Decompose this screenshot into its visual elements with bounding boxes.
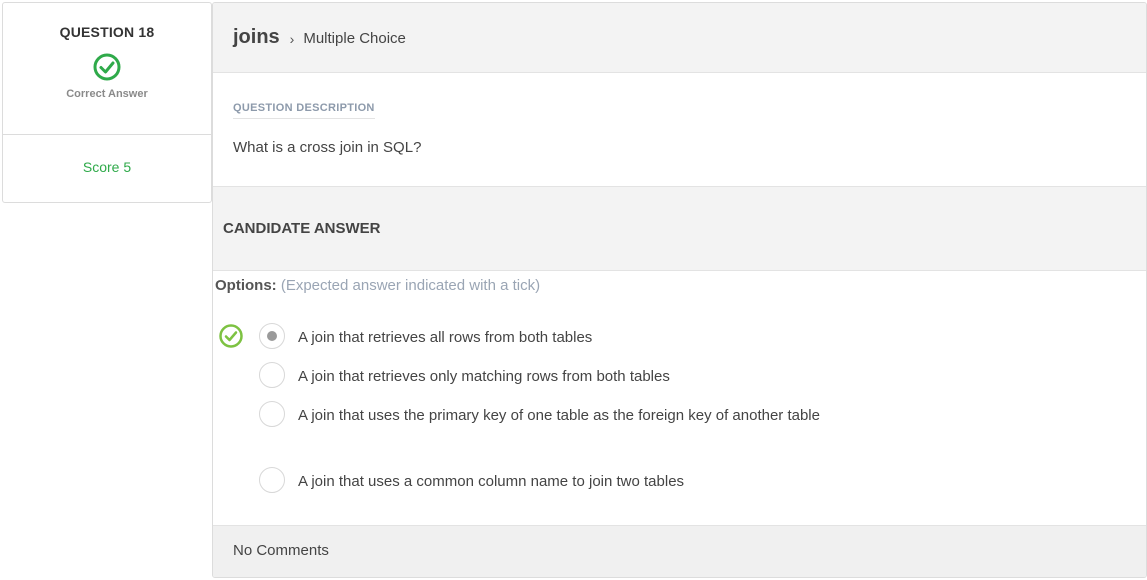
question-number: QUESTION 18 (59, 24, 155, 40)
radio-button-selected[interactable] (259, 323, 285, 349)
candidate-answer-heading: CANDIDATE ANSWER (213, 187, 1146, 271)
radio-button[interactable] (259, 401, 285, 427)
option-item[interactable]: A join that uses the primary key of one … (259, 401, 898, 427)
question-status-card: QUESTION 18 Correct Answer Score 5 (2, 2, 212, 203)
question-type: Multiple Choice (303, 30, 406, 47)
expected-answer-tick-icon (219, 324, 243, 348)
comments-bar: No Comments (213, 525, 1146, 577)
breadcrumb: joins › Multiple Choice (213, 3, 1146, 73)
chevron-right-icon: › (289, 31, 295, 47)
question-description: QUESTION DESCRIPTION What is a cross joi… (213, 73, 1146, 187)
options-hint: (Expected answer indicated with a tick) (280, 277, 541, 294)
options-label-text: Options: (215, 277, 277, 294)
question-status-top: QUESTION 18 Correct Answer (3, 3, 211, 135)
option-item[interactable]: A join that retrieves all rows from both… (259, 323, 898, 349)
question-panel: joins › Multiple Choice QUESTION DESCRIP… (212, 2, 1147, 578)
options-label: Options: (Expected answer indicated with… (215, 277, 540, 294)
radio-selected-dot (267, 331, 277, 341)
description-heading: QUESTION DESCRIPTION (233, 102, 375, 119)
radio-button[interactable] (259, 467, 285, 493)
description-text: What is a cross join in SQL? (233, 139, 422, 156)
option-item[interactable]: A join that retrieves only matching rows… (259, 362, 898, 388)
check-circle-icon (93, 53, 121, 81)
option-text: A join that uses the primary key of one … (298, 407, 820, 424)
radio-button[interactable] (259, 362, 285, 388)
score-label: Score 5 (82, 159, 132, 175)
options-list: Options: (Expected answer indicated with… (213, 271, 1146, 527)
option-text: A join that retrieves all rows from both… (298, 329, 593, 346)
topic-title: joins (233, 26, 280, 48)
result-label: Correct Answer (66, 88, 148, 100)
option-text: A join that uses a common column name to… (298, 473, 685, 490)
option-text: A join that retrieves only matching rows… (298, 368, 670, 385)
option-item[interactable]: A join that uses a common column name to… (259, 467, 898, 493)
